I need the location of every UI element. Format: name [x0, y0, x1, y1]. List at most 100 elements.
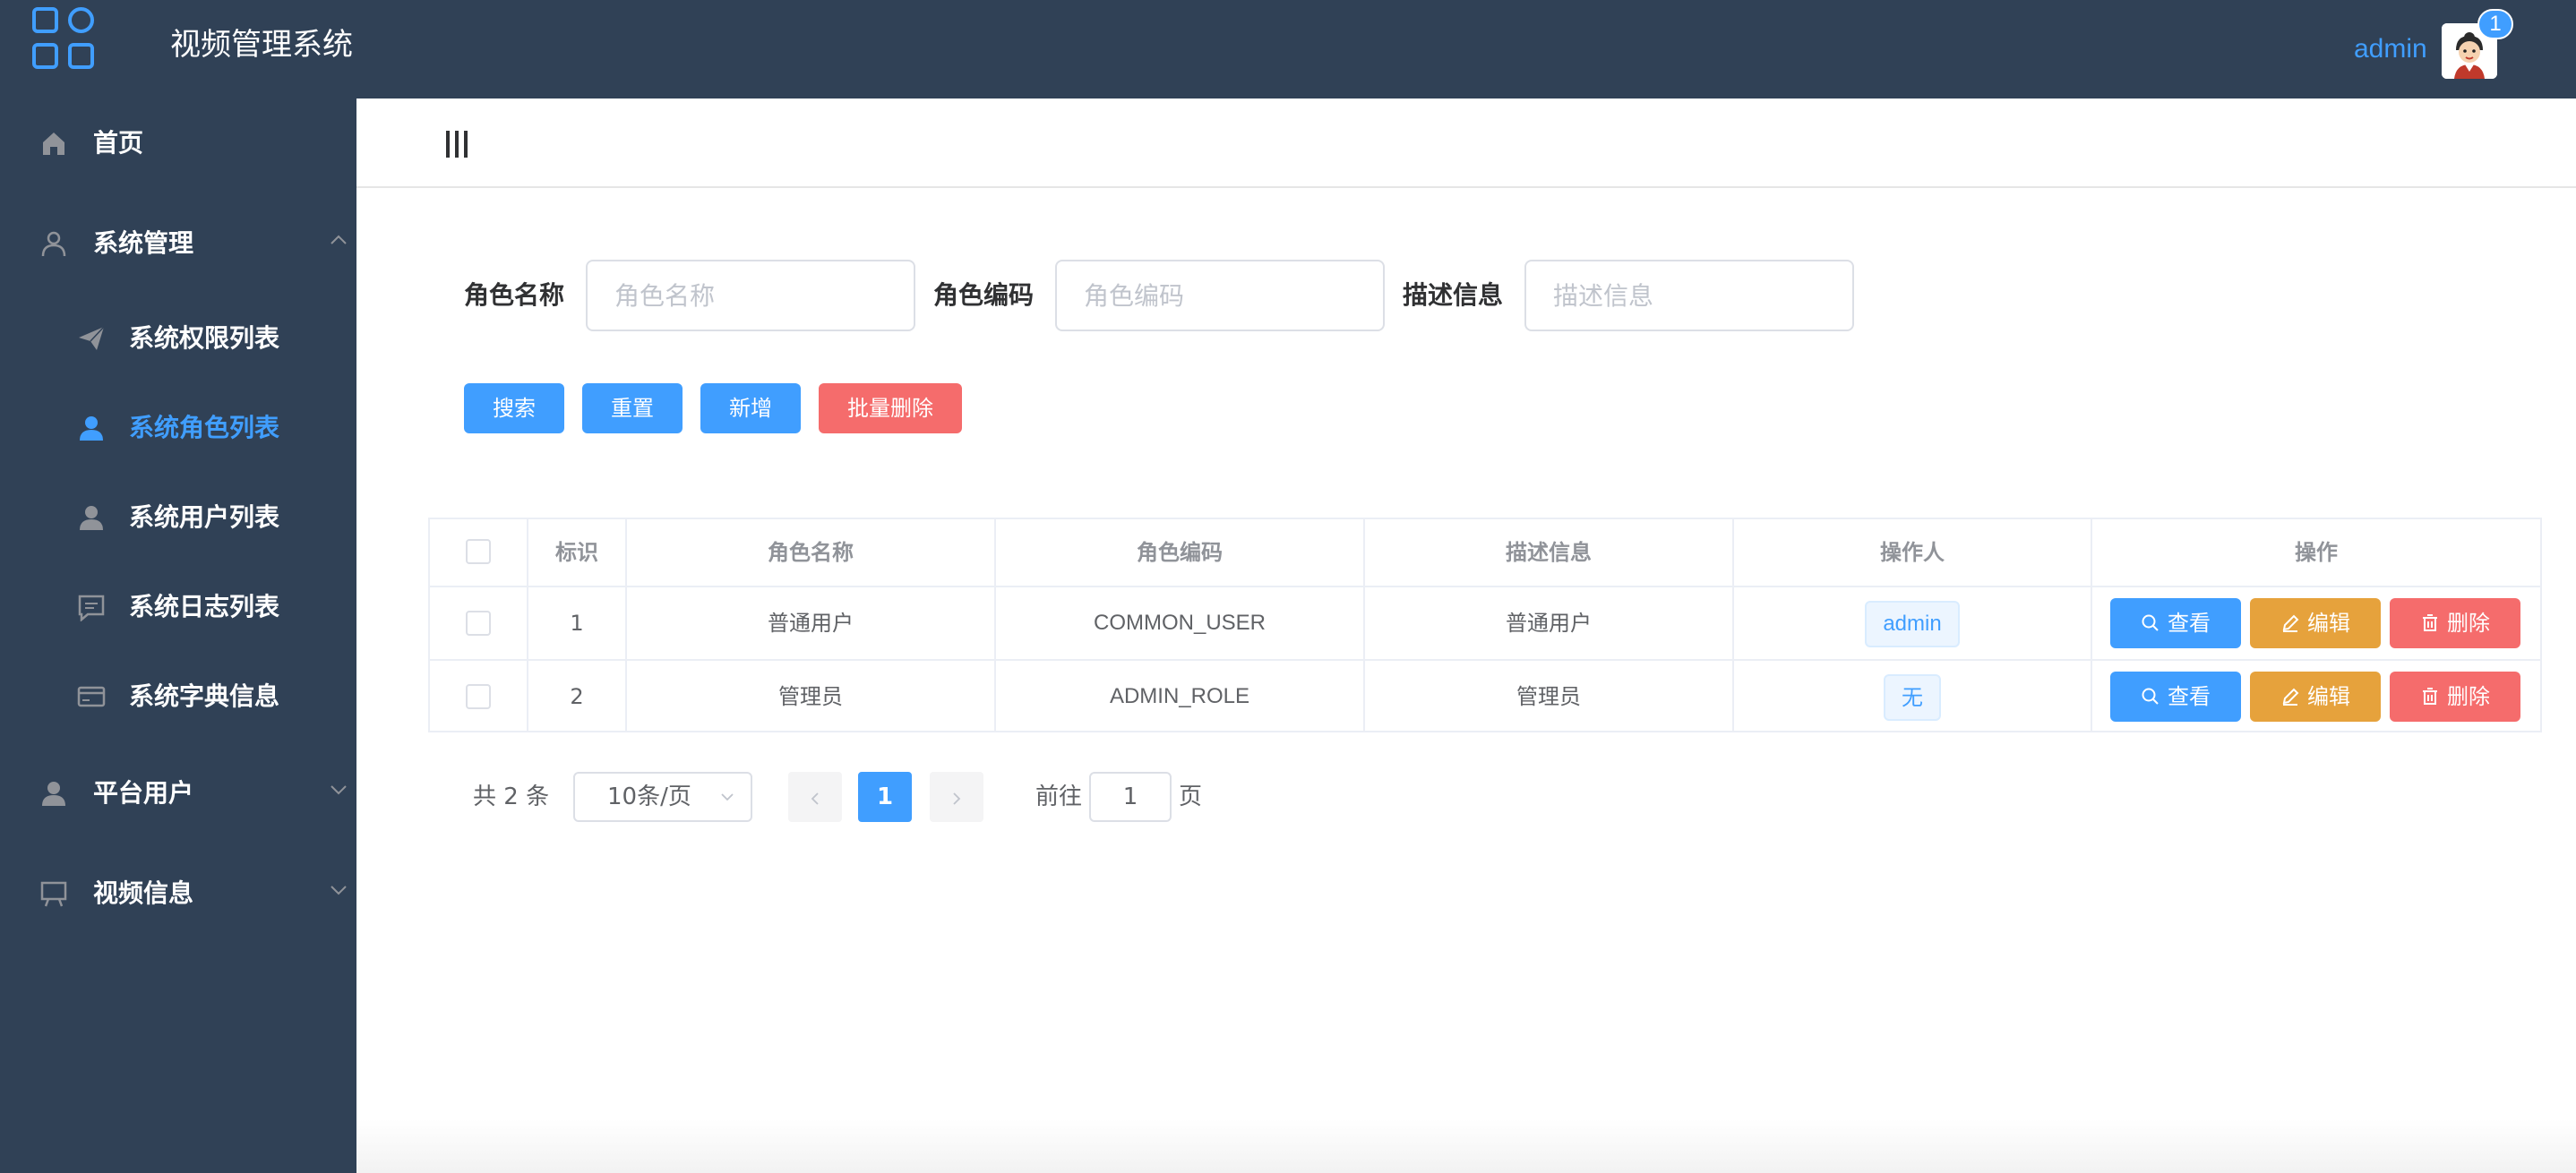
page-size-value: 10条/页: [607, 783, 691, 810]
row-role-name: 普通用户: [627, 587, 996, 659]
edit-label: 编辑: [2307, 684, 2350, 709]
user-name[interactable]: admin: [2354, 34, 2427, 64]
role-name-label: 角色名称: [464, 278, 564, 313]
sidebar-item-label: 首页: [93, 125, 143, 161]
role-table: 标识 角色名称 角色编码 描述信息 操作人 操作 1 普通用户 COMMON_U…: [428, 518, 2542, 732]
grid-logo-icon: [32, 7, 100, 75]
sidebar-item-user-list[interactable]: 系统用户列表: [0, 473, 356, 562]
table-header-role-name: 角色名称: [627, 519, 996, 586]
table-header-description: 描述信息: [1365, 519, 1734, 586]
view-button[interactable]: 查看: [2110, 598, 2241, 648]
chevron-up-icon: [328, 229, 349, 251]
row-description: 管理员: [1365, 661, 1734, 732]
sidebar-item-video-info[interactable]: 视频信息: [0, 849, 356, 938]
row-checkbox[interactable]: [466, 611, 491, 636]
chevron-down-icon: [720, 790, 734, 804]
page-size-select[interactable]: 10条/页: [573, 772, 752, 822]
top-header: 视频管理系统 admin 1: [0, 0, 2576, 98]
edit-button[interactable]: 编辑: [2250, 598, 2381, 648]
sidebar-item-label: 系统用户列表: [129, 500, 279, 535]
sidebar-item-dictionary[interactable]: 系统字典信息: [0, 652, 356, 741]
edit-button[interactable]: 编辑: [2250, 672, 2381, 722]
notification-badge: 1: [2477, 9, 2513, 39]
delete-button[interactable]: 删除: [2390, 672, 2520, 722]
sidebar-item-label: 平台用户: [93, 775, 193, 811]
bottom-shade: [356, 1119, 2576, 1173]
table-header-role-code: 角色编码: [996, 519, 1365, 586]
delete-button[interactable]: 删除: [2390, 598, 2520, 648]
sidebar-item-system-management[interactable]: 系统管理: [0, 199, 356, 288]
user-icon: [39, 779, 68, 808]
operator-tag: 无: [1884, 674, 1941, 721]
app-title: 视频管理系统: [170, 27, 353, 63]
row-operator-cell: admin: [1734, 587, 2092, 659]
row-role-name: 管理员: [627, 661, 996, 732]
row-actions-cell: 查看 编辑 删除: [2092, 587, 2540, 659]
delete-label: 删除: [2447, 684, 2490, 709]
edit-label: 编辑: [2307, 611, 2350, 636]
sidebar-item-label: 系统字典信息: [129, 679, 279, 715]
message-icon: [77, 593, 106, 621]
paper-plane-icon: [77, 324, 106, 353]
chevron-down-icon: [328, 779, 349, 801]
description-input[interactable]: [1524, 260, 1854, 331]
reset-button[interactable]: 重置: [582, 383, 683, 433]
role-name-input[interactable]: [586, 260, 915, 331]
sidebar-item-role-list[interactable]: 系统角色列表: [0, 383, 356, 473]
row-description: 普通用户: [1365, 587, 1734, 659]
row-checkbox[interactable]: [466, 684, 491, 709]
add-button[interactable]: 新增: [700, 383, 801, 433]
row-select-cell: [430, 587, 528, 659]
sidebar-item-permission-list[interactable]: 系统权限列表: [0, 294, 356, 383]
home-icon: [39, 129, 68, 158]
role-code-input[interactable]: [1055, 260, 1385, 331]
search-icon: [2141, 687, 2160, 706]
chevron-down-icon: [328, 879, 349, 901]
sidebar-item-home[interactable]: 首页: [0, 98, 356, 188]
search-icon: [2141, 613, 2160, 633]
row-operator-cell: 无: [1734, 661, 2092, 732]
page-number-current[interactable]: 1: [858, 772, 912, 822]
row-select-cell: [430, 661, 528, 732]
table-header-actions: 操作: [2092, 519, 2540, 586]
delete-label: 删除: [2447, 611, 2490, 636]
description-label: 描述信息: [1403, 278, 1503, 313]
sidebar-item-label: 系统日志列表: [129, 589, 279, 625]
next-page-button[interactable]: [930, 772, 983, 822]
user-icon: [77, 414, 106, 442]
table-header-id: 标识: [528, 519, 627, 586]
edit-icon: [2280, 687, 2300, 706]
table-header-select: [430, 519, 528, 586]
sidebar-item-log-list[interactable]: 系统日志列表: [0, 562, 356, 652]
sidebar: 首页 系统管理 系统权限列表 系统角色列表 系统用户列表 系统日志列表 系统字典…: [0, 98, 356, 1173]
trash-icon: [2420, 613, 2440, 633]
view-button[interactable]: 查看: [2110, 672, 2241, 722]
select-all-checkbox[interactable]: [466, 539, 491, 564]
row-role-code: ADMIN_ROLE: [996, 661, 1365, 732]
row-actions-cell: 查看 编辑 删除: [2092, 661, 2540, 732]
role-code-label: 角色编码: [933, 278, 1034, 313]
batch-delete-button[interactable]: 批量删除: [819, 383, 962, 433]
board-icon: [39, 879, 68, 908]
hamburger-icon[interactable]: [446, 131, 469, 159]
edit-icon: [2280, 613, 2300, 633]
search-button[interactable]: 搜索: [464, 383, 564, 433]
view-label: 查看: [2168, 611, 2211, 636]
goto-suffix: 页: [1179, 779, 1202, 815]
sidebar-item-label: 系统管理: [93, 226, 193, 261]
sidebar-item-platform-users[interactable]: 平台用户: [0, 749, 356, 838]
credit-card-icon: [77, 682, 106, 711]
chevron-right-icon: [949, 792, 964, 806]
view-label: 查看: [2168, 684, 2211, 709]
goto-prefix: 前往: [1035, 779, 1082, 815]
goto-page-input[interactable]: [1089, 772, 1172, 822]
user-outline-icon: [39, 229, 68, 258]
sidebar-item-label: 视频信息: [93, 876, 193, 912]
sidebar-item-label: 系统角色列表: [129, 410, 279, 446]
row-id: 2: [528, 661, 627, 732]
table-header-operator: 操作人: [1734, 519, 2092, 586]
prev-page-button[interactable]: [788, 772, 842, 822]
trash-icon: [2420, 687, 2440, 706]
user-icon: [77, 503, 106, 532]
row-role-code: COMMON_USER: [996, 587, 1365, 659]
